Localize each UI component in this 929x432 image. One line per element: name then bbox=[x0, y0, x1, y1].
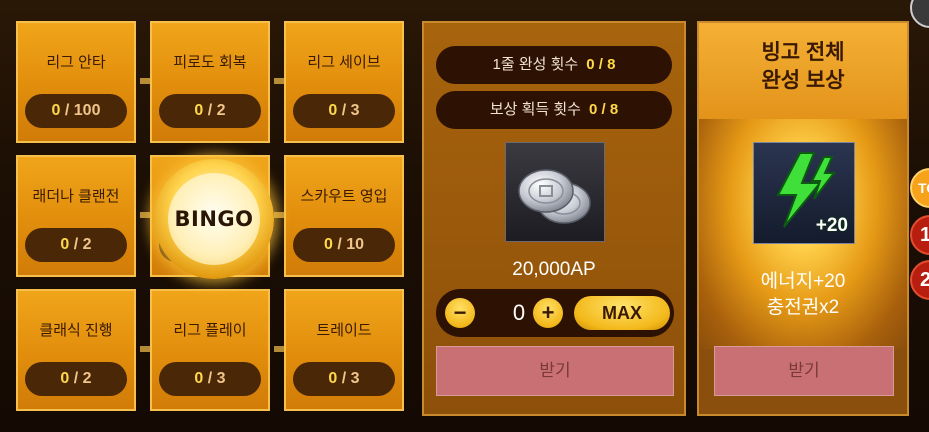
cell-progress: 0 / 3 bbox=[159, 362, 261, 396]
full-bingo-panel: 빙고 전체 완성 보상 +20 에너지+20 충전권x2 받기 bbox=[697, 21, 909, 416]
corner-button[interactable] bbox=[910, 0, 929, 28]
cell-label: 스카우트 영입 bbox=[300, 188, 388, 205]
cell-label: 리그 플레이 bbox=[173, 322, 247, 339]
cell-label: 리그 안타 bbox=[46, 54, 106, 71]
claim-button[interactable]: 받기 bbox=[436, 346, 674, 396]
side-tab-top[interactable]: TO bbox=[910, 168, 929, 208]
claim-count-stat: 보상 획득 횟수 0 / 8 bbox=[436, 91, 672, 129]
line-reward-panel: 1줄 완성 횟수 0 / 8 보상 획득 횟수 0 / 8 20,000AP − 0… bbox=[422, 21, 686, 416]
side-tab-1[interactable]: 1 bbox=[910, 215, 929, 255]
minus-button[interactable]: − bbox=[445, 298, 475, 328]
cell-progress: 0 / 10 bbox=[293, 228, 395, 262]
full-bingo-item-name: 에너지+20 충전권x2 bbox=[760, 271, 846, 318]
bingo-cell[interactable]: 리그 플레이 0 / 3 bbox=[150, 289, 270, 411]
side-tab-2[interactable]: 2 bbox=[910, 260, 929, 300]
bingo-cell[interactable]: 래더나 클랜전 0 / 2 bbox=[16, 155, 136, 277]
bingo-cell[interactable]: 트레이드 0 / 3 bbox=[284, 289, 404, 411]
cell-label: 래더나 클랜전 bbox=[32, 188, 120, 205]
cell-label: 클래식 진행 bbox=[39, 322, 113, 339]
cell-progress: 0 / 100 bbox=[25, 94, 127, 128]
bingo-label: BINGO bbox=[168, 173, 260, 265]
full-bingo-title: 빙고 전체 완성 보상 bbox=[761, 41, 845, 92]
cell-progress: 0 / 2 bbox=[25, 362, 127, 396]
cell-progress: 0 / 2 bbox=[25, 228, 127, 262]
bingo-cell[interactable]: 클래식 진행 0 / 2 bbox=[16, 289, 136, 411]
plus-button[interactable]: + bbox=[533, 298, 563, 328]
bingo-badge: BINGO bbox=[154, 159, 274, 279]
cell-progress: 0 / 2 bbox=[159, 94, 261, 128]
cell-label: 트레이드 bbox=[316, 322, 372, 339]
cell-label: 리그 세이브 bbox=[307, 54, 381, 71]
reward-amount: 20,000AP bbox=[512, 259, 596, 280]
energy-badge: +20 bbox=[815, 215, 848, 236]
line-count-label: 1줄 완성 횟수 bbox=[492, 56, 579, 73]
max-button[interactable]: MAX bbox=[574, 296, 670, 330]
quantity-stepper: − 0 + MAX bbox=[436, 289, 674, 337]
cell-progress: 0 / 3 bbox=[293, 362, 395, 396]
full-bingo-header: 빙고 전체 완성 보상 bbox=[699, 23, 907, 119]
claim-count-value: 0 / 8 bbox=[588, 101, 619, 118]
bingo-cell[interactable]: 리그 안타 0 / 100 bbox=[16, 21, 136, 143]
cell-progress: 0 / 3 bbox=[293, 94, 395, 128]
silver-coins-icon bbox=[505, 142, 605, 242]
claim-count-label: 보상 획득 횟수 bbox=[489, 101, 581, 118]
bingo-cell[interactable]: 리그 세이브 0 / 3 bbox=[284, 21, 404, 143]
line-count-stat: 1줄 완성 횟수 0 / 8 bbox=[436, 46, 672, 84]
line-count-value: 0 / 8 bbox=[586, 56, 616, 73]
bingo-cell[interactable]: 피로도 회복 0 / 2 bbox=[150, 21, 270, 143]
full-bingo-claim-button[interactable]: 받기 bbox=[714, 346, 894, 396]
green-lightning-icon: +20 bbox=[753, 142, 855, 244]
bingo-cell[interactable]: 스카우트 영입 0 / 10 bbox=[284, 155, 404, 277]
cell-label: 피로도 회복 bbox=[173, 54, 247, 71]
